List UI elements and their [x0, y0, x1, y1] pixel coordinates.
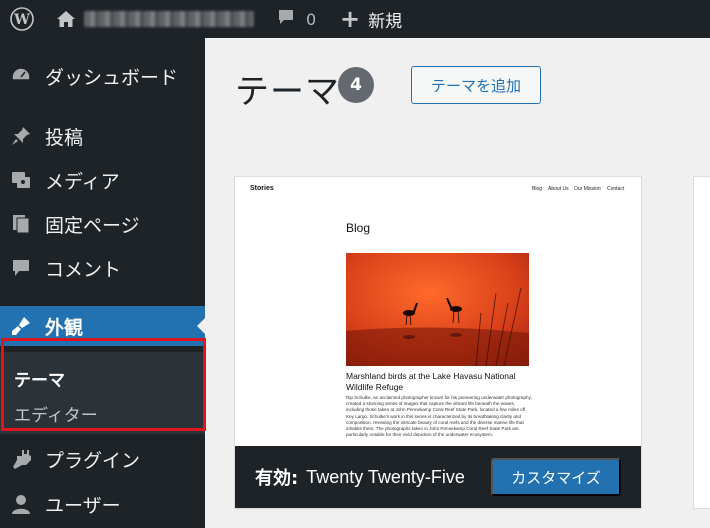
pages-icon	[10, 213, 32, 235]
annotation-highlight-box	[1, 338, 206, 431]
active-theme-card[interactable]: Stories Blog About Us Our Mission Contac…	[235, 177, 641, 508]
media-icon	[10, 169, 32, 191]
theme-screenshot[interactable]: Stories Blog About Us Our Mission Contac…	[235, 177, 641, 447]
new-label: 新規	[368, 11, 403, 32]
sidebar-item-plugins[interactable]: プラグイン	[0, 439, 205, 479]
next-theme-card[interactable]	[694, 177, 710, 508]
sidebar-item-media[interactable]: メディア	[0, 160, 205, 200]
preview-post-body: Rip Schulke, an acclaimed photographer k…	[346, 395, 532, 438]
pin-icon	[10, 125, 32, 147]
preview-blog-heading: Blog	[346, 221, 371, 235]
sidebar-item-users[interactable]: ユーザー	[0, 484, 205, 524]
wordpress-logo-icon[interactable]: W	[10, 0, 36, 38]
admin-sidebar: ダッシュボード 投稿 メディア 固定ページ コメント 外観 テーマ エディター	[0, 38, 206, 528]
page-title: テーマ	[235, 72, 340, 112]
sidebar-item-label: 固定ページ	[45, 214, 140, 237]
current-menu-arrow	[197, 318, 205, 334]
home-icon[interactable]	[56, 0, 76, 38]
sidebar-item-posts[interactable]: 投稿	[0, 116, 205, 156]
sidebar-item-label: 外観	[45, 316, 84, 339]
plus-icon: +	[340, 5, 361, 33]
plugin-icon	[10, 448, 32, 470]
dashboard-icon	[10, 65, 32, 87]
preview-nav-item: Contact	[607, 186, 625, 192]
active-theme-name: Twenty Twenty-Five	[306, 466, 465, 487]
comment-bubble-icon	[276, 7, 296, 31]
svg-text:W: W	[13, 12, 30, 28]
preview-nav-item: About Us	[548, 186, 569, 192]
admin-bar: W 0 + 新規	[0, 0, 710, 38]
site-name-blurred[interactable]	[84, 11, 254, 27]
active-label: 有効:	[255, 468, 299, 489]
sidebar-item-label: メディア	[45, 170, 120, 193]
new-content-button[interactable]: + 新規	[340, 0, 402, 38]
preview-bird-photo	[346, 253, 529, 366]
preview-site-title: Stories	[250, 185, 274, 192]
sidebar-item-pages[interactable]: 固定ページ	[0, 204, 205, 244]
sidebar-item-comments[interactable]: コメント	[0, 248, 205, 288]
sidebar-item-label: 投稿	[45, 126, 84, 149]
theme-count-badge: 4	[338, 67, 374, 103]
sidebar-item-dashboard[interactable]: ダッシュボード	[0, 56, 205, 96]
customize-button[interactable]: カスタマイズ	[491, 458, 621, 496]
preview-post-title: Marshland birds at the Lake Havasu Natio…	[346, 371, 516, 392]
sidebar-item-label: プラグイン	[45, 449, 141, 472]
active-theme-bar: 有効: Twenty Twenty-Five カスタマイズ	[235, 446, 641, 508]
preview-nav-item: Our Mission	[574, 186, 601, 192]
sidebar-item-label: ユーザー	[45, 494, 121, 517]
sidebar-item-label: ダッシュボード	[45, 66, 179, 89]
add-theme-button[interactable]: テーマを追加	[411, 66, 541, 104]
appearance-icon	[10, 315, 32, 337]
preview-nav-item: Blog	[532, 186, 543, 192]
comment-icon	[10, 257, 32, 279]
users-icon	[10, 493, 32, 515]
comment-count: 0	[306, 9, 317, 29]
sidebar-item-label: コメント	[45, 258, 122, 281]
comments-link[interactable]: 0	[276, 0, 316, 38]
